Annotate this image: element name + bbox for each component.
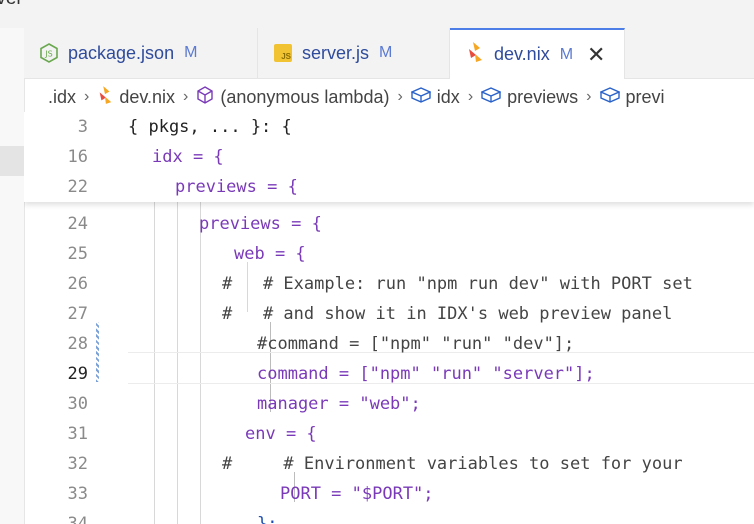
modified-badge: M: [184, 44, 198, 61]
chevron-right-icon: ›: [84, 88, 90, 105]
modified-badge: M: [559, 45, 574, 63]
line-number: 29: [67, 364, 88, 384]
code-comment: # # and show it in IDX's web preview pan…: [222, 304, 673, 324]
breadcrumb-file[interactable]: dev.nix: [97, 85, 175, 110]
code-line[interactable]: 3 { pkgs, ... }: {: [24, 112, 754, 142]
tab-label: package.json: [68, 42, 175, 63]
code-line[interactable]: 28 #command = ["npm" "run" "dev"];: [24, 329, 754, 359]
line-number: 26: [67, 274, 88, 294]
code-line-current[interactable]: 29 command = ["npm" "run" "server"];: [24, 359, 754, 389]
line-number: 25: [67, 244, 88, 264]
breadcrumb-idx[interactable]: idx: [410, 86, 460, 108]
code-text: };: [257, 514, 278, 524]
svg-text:JS: JS: [44, 50, 52, 59]
tab-label: server.js: [302, 42, 370, 63]
breadcrumb-folder[interactable]: .idx: [48, 87, 76, 108]
line-number: 24: [67, 214, 88, 234]
code-line[interactable]: 33 PORT = "$PORT";: [24, 479, 754, 509]
code-comment: # # Example: run "npm run dev" with PORT…: [222, 274, 693, 294]
nix-icon: [466, 41, 484, 68]
code-comment: # # Environment variables to set for you…: [222, 454, 683, 474]
chevron-right-icon: ›: [397, 88, 403, 105]
line-number: 34: [67, 514, 88, 524]
line-number: 33: [67, 484, 88, 504]
tab-server-js[interactable]: JS server.js M: [258, 28, 450, 78]
line-number: 32: [67, 454, 88, 474]
tab-package-json[interactable]: JS package.json M: [24, 28, 258, 78]
title-bar: rver: [0, 0, 754, 28]
active-line-marker: [0, 146, 24, 176]
nodejs-icon: JS: [40, 43, 58, 63]
line-number: 16: [67, 147, 88, 167]
line-number: 31: [67, 424, 88, 444]
code-comment: #command = ["npm" "run" "dev"];: [257, 334, 575, 354]
code-text: previews = {: [199, 214, 322, 234]
chevron-right-icon: ›: [467, 88, 474, 105]
code-line[interactable]: 25 web = {: [24, 239, 754, 269]
breadcrumb-previews[interactable]: previews: [480, 86, 578, 108]
modified-badge: M: [379, 44, 393, 61]
line-number: 30: [67, 394, 88, 414]
editor-tab-bar: JS package.json M JS server.js M dev.nix…: [24, 28, 754, 79]
line-number: 3: [77, 117, 88, 137]
code-line[interactable]: 27 # # and show it in IDX's web preview …: [24, 299, 754, 329]
code-line[interactable]: 26 # # Example: run "npm run dev" with P…: [24, 269, 754, 299]
code-text: env = {: [245, 424, 317, 444]
breadcrumb-previews-child[interactable]: previ: [598, 86, 665, 108]
window-title: rver: [0, 0, 23, 10]
code-line[interactable]: 22 previews = {: [24, 172, 754, 202]
js-file-icon: JS: [274, 44, 292, 62]
code-text: manager = "web";: [257, 394, 421, 414]
breadcrumb: .idx › dev.nix › (anonymous lambda) › id…: [24, 82, 754, 112]
line-number: 27: [67, 304, 88, 324]
activity-gutter: [0, 28, 25, 524]
tab-dev-nix[interactable]: dev.nix M ✕: [450, 28, 625, 79]
code-editor[interactable]: 3 { pkgs, ... }: { 16 idx = { 22 preview…: [24, 112, 754, 524]
cube-icon: [196, 85, 214, 109]
chevron-right-icon: ›: [183, 88, 189, 105]
code-text: web = {: [234, 244, 306, 264]
code-text: idx = {: [152, 147, 224, 167]
code-line[interactable]: 31 env = {: [24, 419, 754, 449]
code-text: command = ["npm" "run" "server"];: [257, 364, 595, 384]
code-line[interactable]: 30 manager = "web";: [24, 389, 754, 419]
code-line[interactable]: 32 # # Environment variables to set for …: [24, 449, 754, 479]
close-icon[interactable]: ✕: [587, 43, 605, 66]
line-number: 22: [67, 177, 88, 197]
breadcrumb-lambda[interactable]: (anonymous lambda): [196, 85, 389, 109]
sticky-scroll-header[interactable]: 3 { pkgs, ... }: { 16 idx = { 22 preview…: [24, 112, 754, 202]
chevron-right-icon: ›: [586, 88, 592, 105]
code-text: previews = {: [175, 177, 298, 197]
code-text: { pkgs, ... }: {: [128, 117, 292, 137]
line-number: 28: [67, 334, 88, 354]
nix-icon: [97, 85, 113, 110]
code-line[interactable]: 34 };: [24, 509, 754, 524]
field-icon: [480, 86, 502, 108]
code-line[interactable]: 16 idx = {: [24, 142, 754, 172]
code-line[interactable]: 24 previews = {: [24, 209, 754, 239]
tab-label: dev.nix: [494, 44, 550, 64]
field-icon: [410, 86, 432, 108]
code-text: PORT = "$PORT";: [280, 484, 434, 504]
field-icon: [598, 86, 621, 108]
